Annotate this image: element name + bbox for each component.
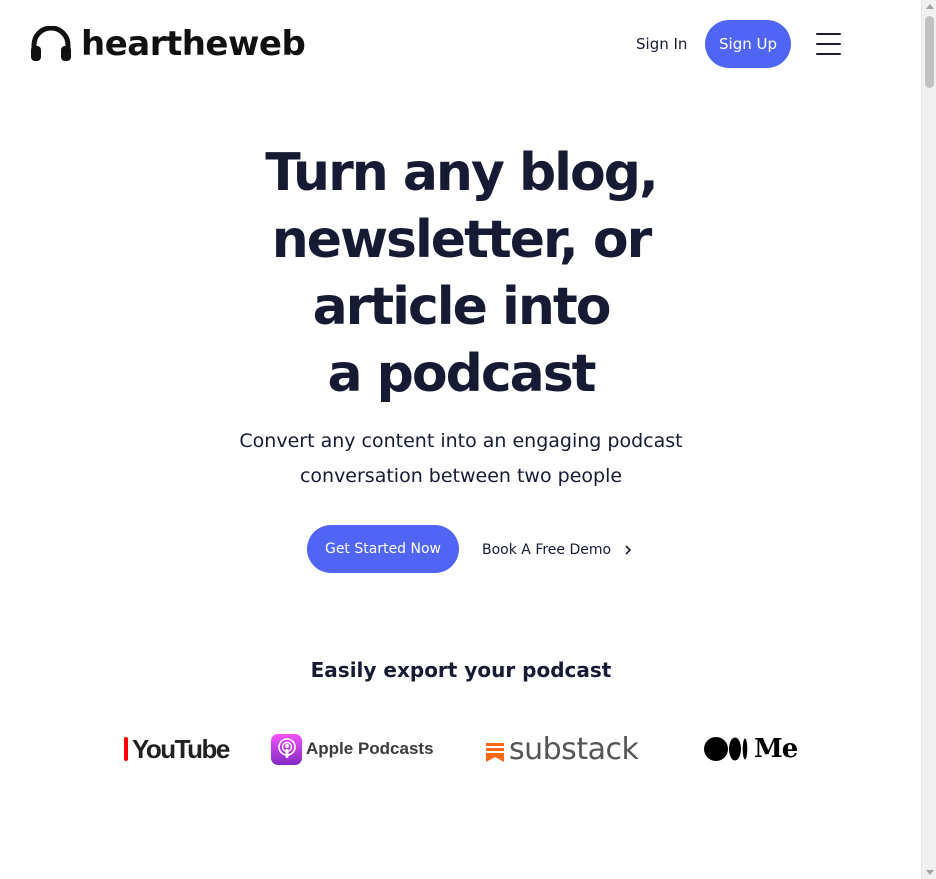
hero-title-line: newsletter, or (271, 210, 653, 270)
book-demo-label: Book A Free Demo (482, 542, 612, 558)
sign-in-link[interactable]: Sign In (636, 33, 687, 55)
youtube-logo-text: YouTube (132, 733, 230, 764)
substack-logo: substack (486, 725, 639, 773)
chevron-right-icon (625, 545, 632, 555)
hero-title-line: article into (312, 277, 612, 337)
youtube-logo: YouTube (124, 725, 230, 773)
headphones-icon (31, 26, 71, 61)
site-header: heartheweb Sign In Sign Up (0, 0, 921, 90)
hero-title-line: a podcast (327, 344, 596, 404)
page-scrollbar[interactable] (921, 0, 936, 879)
get-started-button[interactable]: Get Started Now (307, 525, 459, 573)
brand-name: heartheweb (81, 24, 306, 64)
sign-up-button[interactable]: Sign Up (705, 20, 791, 68)
export-logos-strip: YouTube Apple Podcasts substack Med (124, 725, 798, 773)
youtube-icon (124, 737, 128, 761)
scroll-down-arrow-icon[interactable] (926, 870, 934, 875)
brand-logo[interactable]: heartheweb (30, 24, 306, 64)
scroll-up-arrow-icon[interactable] (926, 4, 934, 9)
substack-logo-text: substack (509, 731, 639, 767)
hero-subtitle: Convert any content into an engaging pod… (239, 430, 683, 487)
hero-title: Turn any blog, newsletter, or article in… (200, 140, 722, 408)
medium-logo: Med (704, 725, 798, 773)
scrollbar-thumb[interactable] (925, 16, 934, 88)
substack-icon (486, 742, 504, 762)
hamburger-menu-icon[interactable] (816, 33, 843, 55)
medium-logo-text: Med (754, 734, 798, 764)
hero-title-line: Turn any blog, (265, 143, 658, 203)
apple-podcasts-icon (271, 733, 302, 765)
apple-podcasts-logo-text: Apple Podcasts (306, 739, 434, 758)
book-demo-link[interactable]: Book A Free Demo (482, 539, 633, 561)
medium-icon (704, 737, 748, 761)
apple-podcasts-logo: Apple Podcasts (271, 725, 434, 773)
export-section-title: Easily export your podcast (310, 658, 612, 682)
